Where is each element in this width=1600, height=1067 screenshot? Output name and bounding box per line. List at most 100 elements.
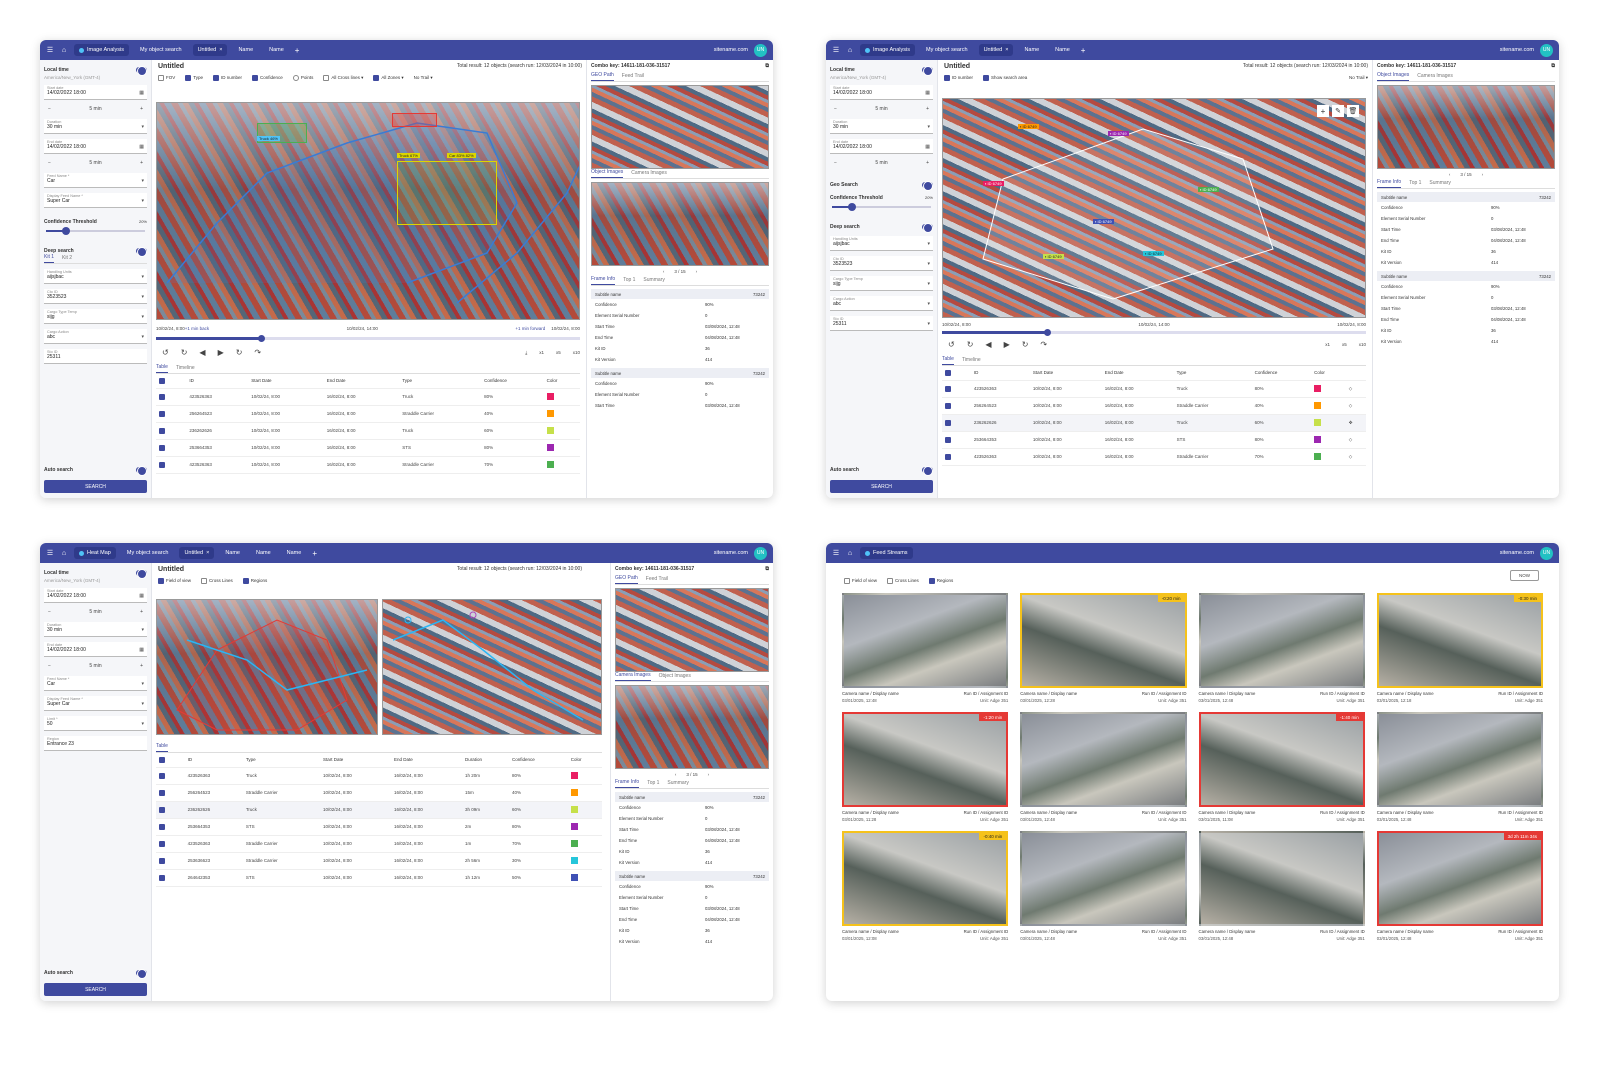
- limit-field[interactable]: Limit * 50 ▾: [44, 716, 147, 731]
- filter-confidence[interactable]: Confidence: [252, 75, 283, 81]
- trail-select[interactable]: No Trail ▾: [414, 75, 433, 81]
- auto-search-toggle[interactable]: [136, 465, 147, 476]
- tab-summary[interactable]: Summary: [643, 277, 664, 285]
- auto-search-toggle[interactable]: [922, 465, 933, 476]
- stream-cell[interactable]: Camera name / Display name Run ID / Assig…: [1020, 831, 1187, 941]
- geo-map-image[interactable]: [615, 588, 769, 672]
- filter-id[interactable]: ID number: [944, 75, 973, 81]
- subtitle-row[interactable]: Subtitle name 73242: [591, 289, 769, 299]
- feed-name-field[interactable]: Feed Name * Car ▾: [44, 676, 147, 691]
- tab-name[interactable]: Name: [282, 547, 307, 559]
- speed-1[interactable]: x1: [539, 350, 544, 355]
- home-icon[interactable]: ⌂: [60, 46, 68, 54]
- subtitle-row[interactable]: Subtitle name 73242: [1377, 271, 1555, 281]
- home-icon[interactable]: ⌂: [846, 549, 854, 557]
- display-feed-field[interactable]: Display Feed Name * Super Car ▾: [44, 696, 147, 711]
- deep-search-toggle[interactable]: [922, 222, 933, 233]
- duration-field[interactable]: Duration 30 min ▾: [830, 119, 933, 134]
- deep-search-toggle[interactable]: [136, 246, 147, 257]
- local-time-toggle[interactable]: [136, 568, 147, 579]
- filter-fov[interactable]: Field of view: [844, 578, 877, 584]
- table-row[interactable]: 253664353 STS 10/02/24, 8:00 16/02/24, 8:00…: [156, 818, 602, 835]
- step-stepper[interactable]: −5 min +: [44, 104, 147, 114]
- site-menu[interactable]: sitename.com: [714, 47, 748, 53]
- stream-cell[interactable]: Camera name / Display name Run ID / Assig…: [1376, 712, 1543, 822]
- table-row[interactable]: 256264523 10/02/24, 8:00 16/02/24, 8:00 Str…: [156, 405, 580, 422]
- detection-box[interactable]: [397, 161, 497, 225]
- timeline-slider[interactable]: [156, 335, 580, 342]
- menu-icon[interactable]: ☰: [46, 549, 54, 557]
- object-tag[interactable]: ▪ ID 6749: [1198, 187, 1219, 192]
- tab-name[interactable]: Name: [1050, 44, 1075, 56]
- duration-field[interactable]: Duration 30 min ▾: [44, 119, 147, 134]
- tab-object-search[interactable]: My object search: [135, 44, 187, 56]
- avatar[interactable]: UN: [1540, 546, 1553, 560]
- object-tag[interactable]: ▪ ID 6749: [1018, 124, 1039, 129]
- end-date-field[interactable]: End date 14/02/2022 18:00 ▦: [44, 642, 147, 657]
- search-button[interactable]: SEARCH: [44, 983, 147, 996]
- menu-icon[interactable]: ☰: [46, 46, 54, 54]
- filter-fov[interactable]: Field of view: [158, 578, 191, 584]
- tab-app[interactable]: Image Analysis: [860, 44, 915, 56]
- menu-icon[interactable]: ☰: [832, 549, 840, 557]
- local-time-toggle[interactable]: [136, 65, 147, 76]
- table-row[interactable]: 236262626 Truck 10/02/24, 8:00 16/02/24, 8:…: [156, 801, 602, 818]
- table-row[interactable]: 423526363 Truck 10/02/24, 8:00 16/02/24, 8:…: [156, 767, 602, 784]
- filter-crosslines[interactable]: All Cross lines ▾: [323, 74, 363, 81]
- sto-field[interactable]: Sto ID 25311 ▾: [830, 316, 933, 331]
- tab-timeline[interactable]: Timeline: [962, 357, 981, 365]
- confidence-slider[interactable]: [46, 227, 145, 235]
- calendar-icon[interactable]: ▦: [139, 144, 144, 150]
- download-icon[interactable]: ⤓: [525, 350, 527, 355]
- filter-search-area[interactable]: Show search area: [983, 75, 1027, 81]
- minus-icon[interactable]: −: [48, 106, 51, 112]
- duration-field[interactable]: Duration 30 min ▾: [44, 622, 147, 637]
- locate-icon[interactable]: ◇: [1346, 448, 1366, 465]
- play-icon[interactable]: ▶: [1004, 340, 1010, 349]
- handling-units-field[interactable]: Handling Units aijsjbac ▾: [830, 236, 933, 251]
- stream-cell[interactable]: -0:40 min Camera name / Display name Run I…: [842, 831, 1009, 941]
- table-row[interactable]: 423526363 10/02/24, 8:00 16/02/24, 8:00 Str…: [942, 448, 1366, 465]
- geo-map-image[interactable]: [591, 85, 769, 169]
- table-row[interactable]: 423526363 Straddle Carrier 10/02/24, 8:00 1…: [156, 835, 602, 852]
- table-row[interactable]: 423526363 10/02/24, 8:00 16/02/24, 8:00 Tru…: [942, 380, 1366, 397]
- copy-icon[interactable]: ⧉: [1551, 63, 1555, 69]
- tab-untitled[interactable]: Untitled ×: [978, 44, 1014, 56]
- trail-select[interactable]: No Trail ▾: [1349, 75, 1368, 81]
- forward-link[interactable]: +1 min forward: [515, 326, 545, 331]
- end-date-field[interactable]: End date 14/02/2022 18:00 ▦: [44, 139, 147, 154]
- confidence-slider[interactable]: [832, 203, 931, 211]
- forward-icon[interactable]: ↻: [1022, 340, 1029, 349]
- home-icon[interactable]: ⌂: [60, 549, 68, 557]
- stream-cell[interactable]: -0:20 min Camera name / Display name Run I…: [1020, 593, 1187, 703]
- site-menu[interactable]: sitename.com: [1500, 47, 1534, 53]
- skip-icon[interactable]: ↷: [254, 348, 261, 357]
- stream-cell[interactable]: Camera name / Display name Run ID / Assig…: [1020, 712, 1187, 822]
- stream-cell[interactable]: -0:30 min Camera name / Display name Run I…: [1376, 593, 1543, 703]
- filter-regions[interactable]: Regions: [242, 578, 267, 584]
- close-icon[interactable]: ×: [219, 47, 222, 53]
- handling-units-field[interactable]: Handling Units aijsjbac ▾: [44, 269, 147, 284]
- avatar[interactable]: UN: [754, 546, 767, 560]
- aerial-frame[interactable]: ▪ ID 6749 ▪ ID 6749 ▪ ID 6749 ▪ ID 6749 …: [942, 98, 1366, 318]
- cargo-type-field[interactable]: Cargo Type Temp sijg ▾: [44, 309, 147, 324]
- feed-name-field[interactable]: Feed Name * Car ▾: [44, 173, 147, 188]
- copy-icon[interactable]: ⧉: [765, 63, 769, 69]
- prev-icon[interactable]: ◀: [199, 348, 205, 357]
- calendar-icon[interactable]: ▦: [139, 90, 144, 96]
- close-icon[interactable]: ×: [206, 550, 209, 556]
- table-row[interactable]: 236262626 10/02/24, 8:00 16/02/24, 8:00 Tru…: [942, 414, 1366, 431]
- stream-cell[interactable]: Camera name / Display name Run ID / Assig…: [842, 593, 1009, 703]
- filter-id[interactable]: ID number: [213, 75, 242, 81]
- start-date-field[interactable]: Start date 14/02/2022 18:00 ▦: [830, 85, 933, 100]
- table-row[interactable]: 253636623 Straddle Carrier 10/02/24, 8:00 1…: [156, 852, 602, 869]
- camera-image[interactable]: [615, 685, 769, 769]
- stream-cell[interactable]: -1:20 min Camera name / Display name Run I…: [842, 712, 1009, 822]
- tab-feed-trail[interactable]: Feed Trail: [622, 73, 644, 81]
- region-field[interactable]: Region Entrance 23: [44, 736, 147, 751]
- table-row[interactable]: 264642353 STS 10/02/24, 8:00 16/02/24, 8:00…: [156, 869, 602, 886]
- cargo-type-field[interactable]: Cargo Type Temp sijg ▾: [830, 276, 933, 291]
- back-link[interactable]: +1 min back: [185, 326, 209, 331]
- tab-kit1[interactable]: Kit 1: [44, 254, 55, 263]
- prev-icon[interactable]: ◀: [985, 340, 991, 349]
